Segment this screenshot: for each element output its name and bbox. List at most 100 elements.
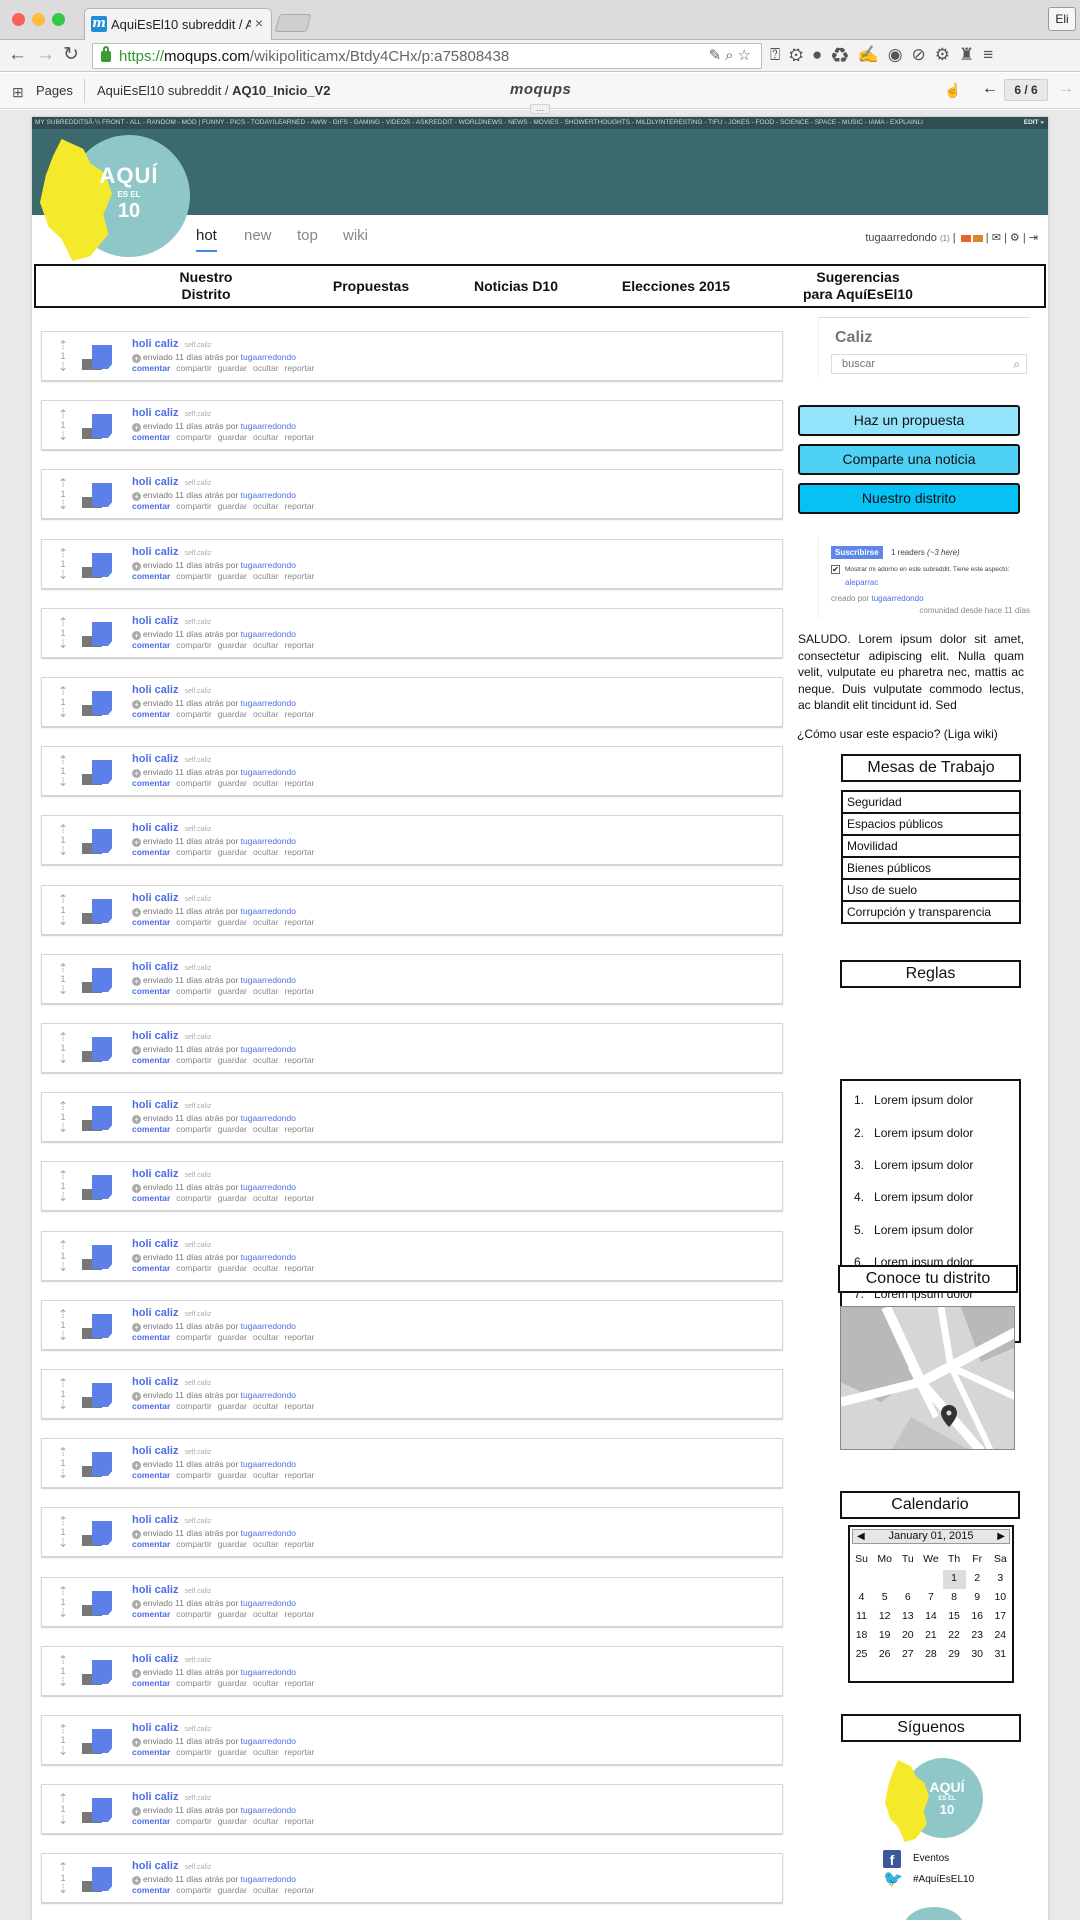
self-post-thumbnail-icon[interactable] xyxy=(82,1660,112,1685)
share-link[interactable]: compartir xyxy=(176,1124,211,1134)
comment-link[interactable]: comentar xyxy=(132,432,170,442)
post-author[interactable]: tugaarredondo xyxy=(241,1805,296,1815)
share-link[interactable]: compartir xyxy=(176,1678,211,1688)
self-post-thumbnail-icon[interactable] xyxy=(82,1383,112,1408)
post-domain[interactable]: self.caliz xyxy=(184,1864,211,1871)
report-link[interactable]: reportar xyxy=(285,1678,315,1688)
upvote-arrow-icon[interactable]: ⇡ xyxy=(56,1446,70,1458)
share-link[interactable]: compartir xyxy=(176,1401,211,1411)
post-domain[interactable]: self.caliz xyxy=(184,1380,211,1387)
share-link[interactable]: compartir xyxy=(176,709,211,719)
expand-icon[interactable]: + xyxy=(132,908,141,917)
post-title[interactable]: holi caliz self.caliz xyxy=(132,892,211,904)
topbar-links[interactable]: MY SUBREDDITSÂ·¼ FRONT - ALL - RANDOM - … xyxy=(35,119,923,126)
downvote-arrow-icon[interactable]: ⇣ xyxy=(56,361,70,373)
new-tab-button[interactable] xyxy=(274,14,312,32)
share-link[interactable]: compartir xyxy=(176,847,211,857)
self-post-thumbnail-icon[interactable] xyxy=(82,1452,112,1477)
calendar-day[interactable]: 15 xyxy=(943,1608,966,1627)
post-author[interactable]: tugaarredondo xyxy=(241,698,296,708)
calendar-day[interactable]: 18 xyxy=(850,1627,873,1646)
self-post-thumbnail-icon[interactable] xyxy=(82,1729,112,1754)
self-post-thumbnail-icon[interactable] xyxy=(82,1175,112,1200)
upvote-arrow-icon[interactable]: ⇡ xyxy=(56,685,70,697)
post-row[interactable]: ⇡ 1 ⇣ holi caliz self.caliz + enviado 11 días … xyxy=(41,331,783,381)
omnibox-icons[interactable]: ✎⌕☆ xyxy=(709,46,755,64)
hide-link[interactable]: ocultar xyxy=(253,1609,279,1619)
downvote-arrow-icon[interactable]: ⇣ xyxy=(56,1814,70,1826)
menu-icon[interactable]: ≡ xyxy=(983,45,1002,64)
downvote-arrow-icon[interactable]: ⇣ xyxy=(56,776,70,788)
calendar-day[interactable]: 22 xyxy=(943,1627,966,1646)
upvote-arrow-icon[interactable]: ⇡ xyxy=(56,1239,70,1251)
comment-link[interactable]: comentar xyxy=(132,1401,170,1411)
save-link[interactable]: guardar xyxy=(218,1124,247,1134)
post-row[interactable]: ⇡ 1 ⇣ holi caliz self.caliz + enviado 11 días … xyxy=(41,1438,783,1488)
upvote-arrow-icon[interactable]: ⇡ xyxy=(56,1308,70,1320)
bookmark-star-icon[interactable]: ☆ xyxy=(738,47,755,64)
report-link[interactable]: reportar xyxy=(285,986,315,996)
hide-link[interactable]: ocultar xyxy=(253,1470,279,1480)
address-bar[interactable]: https://moqups.com/wikipoliticamx/Btdy4C… xyxy=(92,43,762,69)
breadcrumb-project[interactable]: AquiEsEl10 subreddit / xyxy=(97,83,229,98)
post-title[interactable]: holi caliz self.caliz xyxy=(132,1030,211,1042)
hide-link[interactable]: ocultar xyxy=(253,501,279,511)
post-domain[interactable]: self.caliz xyxy=(184,1242,211,1249)
comment-link[interactable]: comentar xyxy=(132,1678,170,1688)
share-link[interactable]: compartir xyxy=(176,1747,211,1757)
report-link[interactable]: reportar xyxy=(285,501,315,511)
self-post-thumbnail-icon[interactable] xyxy=(82,829,112,854)
downvote-arrow-icon[interactable]: ⇣ xyxy=(56,915,70,927)
post-title[interactable]: holi caliz self.caliz xyxy=(132,476,211,488)
share-link[interactable]: compartir xyxy=(176,778,211,788)
post-title-text[interactable]: holi caliz xyxy=(132,546,178,558)
calendar-day[interactable]: 11 xyxy=(850,1608,873,1627)
username-link[interactable]: tugaarredondo xyxy=(865,232,937,244)
modmail-icon[interactable] xyxy=(972,234,983,242)
post-title-text[interactable]: holi caliz xyxy=(132,1791,178,1803)
extension-icons[interactable]: ⍰⚙●♻✍◉⊘⚙♜≡ xyxy=(770,45,1002,65)
save-link[interactable]: guardar xyxy=(218,363,247,373)
upvote-arrow-icon[interactable]: ⇡ xyxy=(56,1792,70,1804)
post-row[interactable]: ⇡ 1 ⇣ holi caliz self.caliz + enviado 11 días … xyxy=(41,1715,783,1765)
post-title[interactable]: holi caliz self.caliz xyxy=(132,1584,211,1596)
maximize-window-button[interactable] xyxy=(52,13,65,26)
post-title[interactable]: holi caliz self.caliz xyxy=(132,822,211,834)
save-link[interactable]: guardar xyxy=(218,432,247,442)
comment-link[interactable]: comentar xyxy=(132,640,170,650)
post-author[interactable]: tugaarredondo xyxy=(241,421,296,431)
reload-icon[interactable]: ↻ xyxy=(63,45,79,65)
post-title[interactable]: holi caliz self.caliz xyxy=(132,1860,211,1872)
nuestro-distrito-button[interactable]: Nuestro distrito xyxy=(798,483,1020,514)
report-link[interactable]: reportar xyxy=(285,1609,315,1619)
calendar-day[interactable]: 26 xyxy=(873,1646,896,1665)
post-domain[interactable]: self.caliz xyxy=(184,1657,211,1664)
hide-link[interactable]: ocultar xyxy=(253,1539,279,1549)
extension-a-icon[interactable]: ⍰ xyxy=(770,45,789,64)
post-author[interactable]: tugaarredondo xyxy=(241,1044,296,1054)
post-title-text[interactable]: holi caliz xyxy=(132,1653,178,1665)
tab-top[interactable]: top xyxy=(297,227,318,244)
expand-icon[interactable]: + xyxy=(132,1046,141,1055)
post-domain[interactable]: self.caliz xyxy=(184,688,211,695)
self-post-thumbnail-icon[interactable] xyxy=(82,1867,112,1892)
previous-page-arrow-icon[interactable]: ← xyxy=(982,80,998,98)
expand-icon[interactable]: + xyxy=(132,1254,141,1263)
expand-icon[interactable]: + xyxy=(132,1184,141,1193)
self-post-thumbnail-icon[interactable] xyxy=(82,622,112,647)
comment-link[interactable]: comentar xyxy=(132,363,170,373)
share-link[interactable]: compartir xyxy=(176,1885,211,1895)
save-link[interactable]: guardar xyxy=(218,1609,247,1619)
share-link[interactable]: compartir xyxy=(176,1816,211,1826)
post-title[interactable]: holi caliz self.caliz xyxy=(132,1099,211,1111)
share-link[interactable]: compartir xyxy=(176,1470,211,1480)
nav-propuestas[interactable]: Propuestas xyxy=(306,266,436,306)
hide-link[interactable]: ocultar xyxy=(253,1401,279,1411)
post-author[interactable]: tugaarredondo xyxy=(241,1459,296,1469)
expand-icon[interactable]: + xyxy=(132,977,141,986)
post-title[interactable]: holi caliz self.caliz xyxy=(132,1376,211,1388)
post-domain[interactable]: self.caliz xyxy=(184,1449,211,1456)
hide-link[interactable]: ocultar xyxy=(253,1816,279,1826)
post-title-text[interactable]: holi caliz xyxy=(132,961,178,973)
post-row[interactable]: ⇡ 1 ⇣ holi caliz self.caliz + enviado 11 días … xyxy=(41,1300,783,1350)
